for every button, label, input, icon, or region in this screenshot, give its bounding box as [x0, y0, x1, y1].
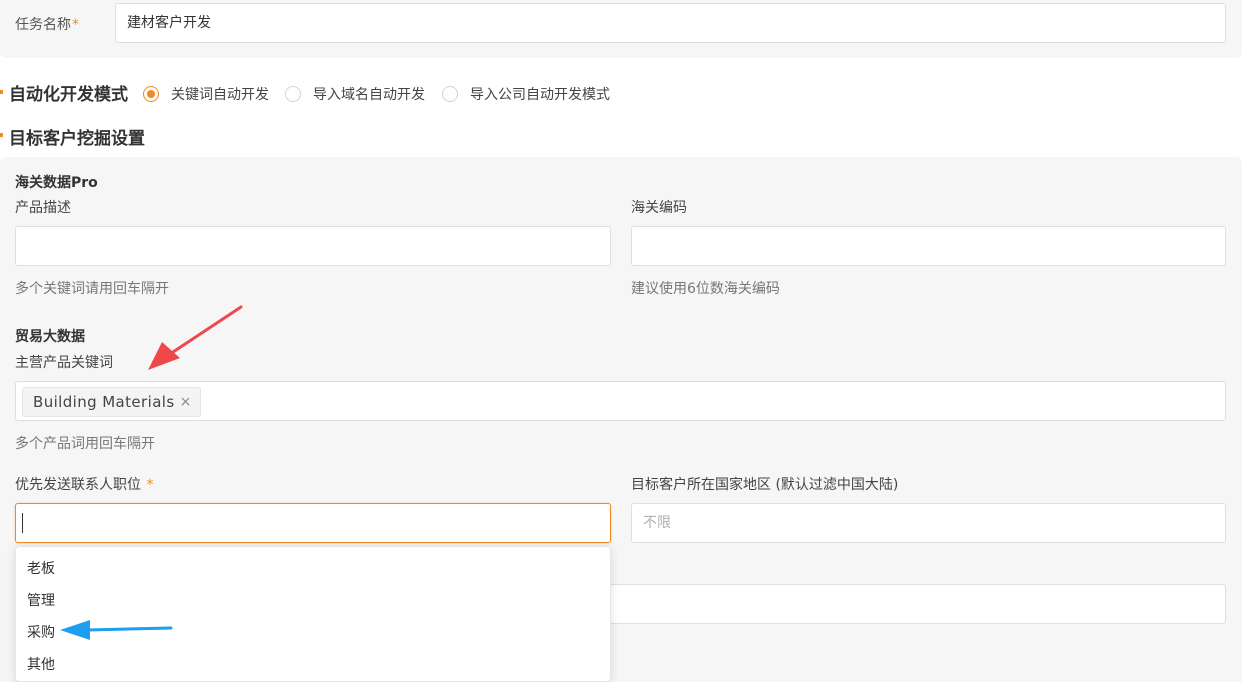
- task-name-panel: 任务名称* 建材客户开发: [0, 0, 1242, 58]
- task-name-input[interactable]: 建材客户开发: [115, 3, 1226, 43]
- radio-label: 关键词自动开发: [171, 87, 269, 103]
- keyword-tag-label: Building Materials: [33, 393, 175, 411]
- customs-data-title: 海关数据Pro: [15, 175, 98, 191]
- product-desc-label: 产品描述: [15, 200, 71, 216]
- option-other[interactable]: 其他: [27, 654, 55, 674]
- trade-data-title: 贸易大数据: [15, 329, 85, 345]
- target-country-label: 目标客户所在国家地区 (默认过滤中国大陆): [631, 477, 899, 493]
- product-desc-input[interactable]: [15, 226, 611, 266]
- main-product-keywords-input[interactable]: Building Materials ×: [15, 381, 1226, 421]
- required-mark: *: [146, 477, 154, 493]
- task-name-label: 任务名称*: [15, 17, 79, 33]
- text-caret: [22, 513, 23, 533]
- hs-code-label: 海关编码: [631, 200, 687, 216]
- contact-position-input[interactable]: [15, 503, 611, 543]
- radio-keyword-mode[interactable]: 关键词自动开发: [143, 84, 269, 104]
- hs-code-input[interactable]: [631, 226, 1226, 266]
- country-placeholder: 不限: [643, 515, 671, 531]
- option-purchasing[interactable]: 采购: [27, 622, 55, 642]
- automation-mode-title: 自动化开发模式: [9, 85, 128, 105]
- target-country-input[interactable]: 不限: [631, 503, 1226, 543]
- contact-position-label: 优先发送联系人职位 *: [15, 477, 154, 493]
- option-management[interactable]: 管理: [27, 590, 55, 610]
- hs-code-hint: 建议使用6位数海关编码: [631, 281, 780, 297]
- radio-label: 导入域名自动开发: [313, 87, 425, 103]
- keywords-hint: 多个产品词用回车隔开: [15, 436, 155, 452]
- radio-unchecked-icon: [285, 86, 301, 102]
- radio-company-mode[interactable]: 导入公司自动开发模式: [442, 84, 610, 104]
- section-marker: [0, 90, 3, 94]
- section-marker: [0, 133, 3, 137]
- option-boss[interactable]: 老板: [27, 558, 55, 578]
- radio-checked-icon: [143, 86, 159, 102]
- position-dropdown: 老板 管理 采购 其他: [15, 546, 611, 682]
- mining-settings-title: 目标客户挖掘设置: [9, 129, 145, 149]
- product-desc-hint: 多个关键词请用回车隔开: [15, 281, 169, 297]
- radio-label: 导入公司自动开发模式: [470, 87, 610, 103]
- radio-unchecked-icon: [442, 86, 458, 102]
- keyword-tag: Building Materials ×: [22, 387, 201, 417]
- main-product-keywords-label: 主营产品关键词: [15, 355, 113, 371]
- radio-domain-mode[interactable]: 导入域名自动开发: [285, 84, 425, 104]
- tag-close-icon[interactable]: ×: [180, 388, 192, 416]
- required-mark: *: [72, 17, 79, 33]
